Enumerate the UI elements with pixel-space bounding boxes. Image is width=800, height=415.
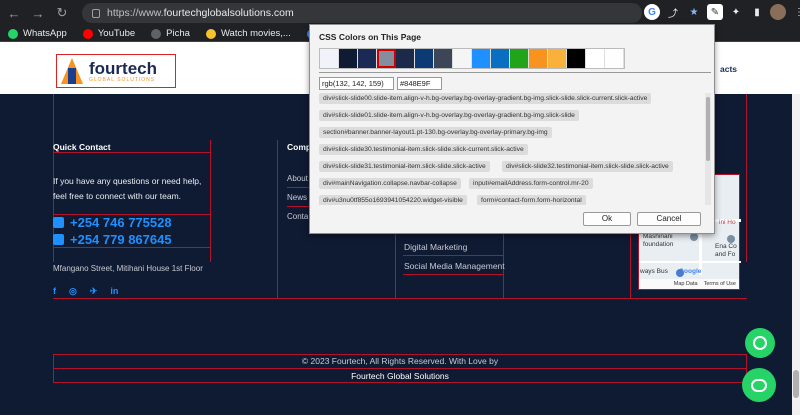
lock-icon xyxy=(92,8,100,18)
cancel-button[interactable]: Cancel xyxy=(637,212,701,226)
color-swatch[interactable] xyxy=(377,49,396,68)
color-swatch[interactable] xyxy=(510,49,529,68)
company-title: Comp xyxy=(287,142,312,152)
selector-item[interactable]: div#slick-slide32.testimonial-item.slick… xyxy=(502,161,673,172)
selector-list: div#slick-slide00.slide-item.align-v-h.b… xyxy=(319,93,711,205)
whatsapp-float-button[interactable] xyxy=(745,328,775,358)
bookmark-watch-movies[interactable]: Watch movies,... xyxy=(205,28,291,39)
selector-item[interactable]: div#slick-slide00.slide-item.align-v-h.b… xyxy=(319,93,652,104)
selector-item[interactable]: div#u3nu0tf855o1693941054220.widget-visi… xyxy=(319,195,467,205)
selector-item[interactable]: div#slick-slide30.testimonial-item.slick… xyxy=(319,144,528,155)
globe-icon xyxy=(151,28,162,39)
play-icon xyxy=(205,28,216,39)
whatsapp-icon xyxy=(753,336,767,350)
youtube-icon xyxy=(82,28,93,39)
whatsapp-icon xyxy=(8,28,18,39)
selector-item[interactable]: input#emailAddress.form-control.mr-20 xyxy=(469,178,593,189)
url-text: https://www.fourtechglobalsolutions.com xyxy=(107,7,294,19)
instagram-icon[interactable]: ◎ xyxy=(69,286,77,297)
linkedin-icon[interactable]: in xyxy=(110,286,118,297)
quick-contact-title: Quick Contact xyxy=(53,142,111,152)
color-swatches xyxy=(319,48,625,69)
profile-avatar[interactable] xyxy=(770,4,786,20)
address-text: Mfangano Street, Mitihani House 1st Floo… xyxy=(53,264,203,273)
map-footer: Map Data Terms of Use xyxy=(639,279,739,289)
bookmark-whatsapp[interactable]: WhatsApp xyxy=(8,28,67,39)
selector-item[interactable]: section#banner.banner-layout1.pt-130.bg-… xyxy=(319,127,552,138)
phone-link-2[interactable]: +254 779 867645 xyxy=(53,232,172,247)
color-swatch[interactable] xyxy=(396,49,415,68)
logo-text: fourtech GLOBAL SOLUTIONS xyxy=(89,58,157,83)
browser-toolbar: ← → ↻ ⌂ https://www.fourtechglobalsoluti… xyxy=(0,0,800,26)
google-icon[interactable]: G xyxy=(644,4,660,20)
popup-title: CSS Colors on This Page xyxy=(319,32,422,42)
logo-mark-icon xyxy=(61,58,83,84)
selector-item[interactable]: div#slick-slide31.testimonial-item.slick… xyxy=(319,161,490,172)
extensions-icon[interactable]: ✦ xyxy=(728,4,744,20)
phone-icon xyxy=(53,234,64,245)
color-swatch[interactable] xyxy=(491,49,510,68)
toolbar-icons: G ⤴ ★ ✎ ✦ ▮ ⋮ xyxy=(644,4,800,20)
bookmark-youtube[interactable]: YouTube xyxy=(82,28,135,39)
contact-link[interactable]: Conta xyxy=(287,212,308,221)
reload-icon[interactable]: ↻ xyxy=(52,3,72,23)
menu-icon[interactable]: ⋮ xyxy=(791,4,800,20)
page-scrollbar[interactable] xyxy=(792,94,800,415)
back-icon[interactable]: ← xyxy=(4,3,24,23)
chat-widget-button[interactable] xyxy=(742,368,776,402)
color-swatch[interactable] xyxy=(358,49,377,68)
hex-value-field[interactable]: #848E9F xyxy=(397,77,442,90)
selector-item[interactable]: div#mainNavigation.collapse.navbar-colla… xyxy=(319,178,461,189)
color-swatch[interactable] xyxy=(548,49,567,68)
phone-icon xyxy=(53,217,64,228)
service-social-media[interactable]: Social Media Management xyxy=(404,261,505,271)
map-pin-icon xyxy=(690,233,698,241)
color-swatch[interactable] xyxy=(567,49,586,68)
rgb-value-field[interactable]: rgb(132, 142, 159) xyxy=(319,77,394,90)
about-link[interactable]: About xyxy=(287,174,308,183)
twitter-icon[interactable]: ✈ xyxy=(90,286,98,297)
quick-contact-text: If you have any questions or need help, … xyxy=(53,176,202,201)
phone-link-1[interactable]: +254 746 775528 xyxy=(53,215,172,230)
copyright-text: © 2023 Fourtech, All Rights Reserved. Wi… xyxy=(301,356,499,366)
color-swatch[interactable] xyxy=(320,49,339,68)
scrollbar-thumb[interactable] xyxy=(793,370,799,398)
css-colors-popup: CSS Colors on This Page rgb(132, 142, 15… xyxy=(309,24,715,234)
bookmark-star-icon[interactable]: ★ xyxy=(686,4,702,20)
share-icon[interactable]: ⤴ xyxy=(665,4,681,20)
color-swatch[interactable] xyxy=(605,49,624,68)
selector-list-scrollbar[interactable] xyxy=(705,93,711,205)
chat-bubble-icon xyxy=(751,378,767,392)
map-pin-icon xyxy=(727,235,735,243)
site-logo[interactable]: fourtech GLOBAL SOLUTIONS xyxy=(56,54,176,88)
bus-stop-icon xyxy=(676,269,684,277)
selector-item[interactable]: form#contact-form.form-horizontal xyxy=(477,195,586,205)
nav-contacts-link[interactable]: acts xyxy=(720,64,737,74)
color-picker-extension-icon[interactable]: ✎ xyxy=(707,4,723,20)
forward-icon[interactable]: → xyxy=(28,3,48,23)
color-swatch[interactable] xyxy=(453,49,472,68)
facebook-icon[interactable]: f xyxy=(53,286,56,297)
swatch-divider xyxy=(319,68,711,73)
color-swatch[interactable] xyxy=(415,49,434,68)
color-swatch[interactable] xyxy=(529,49,548,68)
company-name-link[interactable]: Fourtech Global Solutions xyxy=(0,371,800,381)
ok-button[interactable]: Ok xyxy=(583,212,631,226)
bookmark-picha[interactable]: Picha xyxy=(151,28,190,39)
social-links: f ◎ ✈ in xyxy=(53,286,118,297)
color-swatch[interactable] xyxy=(339,49,358,68)
color-swatch[interactable] xyxy=(434,49,453,68)
color-swatch[interactable] xyxy=(472,49,491,68)
service-digital-marketing[interactable]: Digital Marketing xyxy=(404,242,467,252)
news-link[interactable]: News xyxy=(287,193,307,202)
address-bar[interactable]: https://www.fourtechglobalsolutions.com xyxy=(82,3,642,23)
side-panel-icon[interactable]: ▮ xyxy=(749,4,765,20)
color-swatch[interactable] xyxy=(586,49,605,68)
selector-item[interactable]: div#slick-slide01.slide-item.align-v-h.b… xyxy=(319,110,579,121)
